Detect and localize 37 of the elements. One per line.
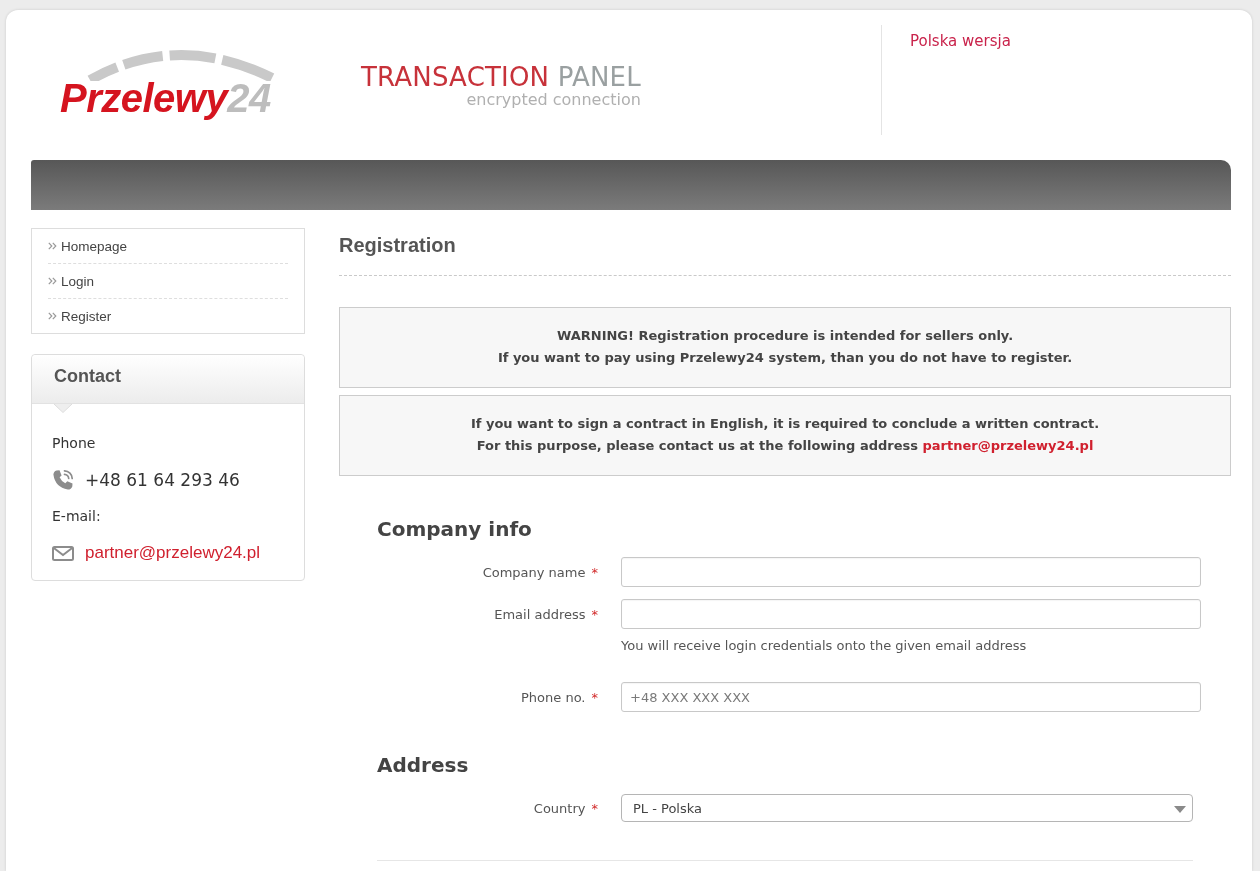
phone-icon <box>52 469 74 491</box>
text-field[interactable]: +48 XXX XXX XXX <box>621 682 1201 712</box>
section-heading: Company info <box>377 516 533 543</box>
double-chevron-icon <box>48 242 57 250</box>
required-mark: * <box>591 606 598 622</box>
text-field[interactable] <box>621 599 1201 629</box>
required-mark: * <box>591 564 598 580</box>
required-mark: * <box>591 689 598 705</box>
text-field[interactable] <box>621 557 1201 587</box>
email-link[interactable]: partner@przelewy24.pl <box>85 543 261 563</box>
email-label: E-mail: <box>52 507 102 526</box>
menu-link[interactable]: Homepage <box>48 229 288 264</box>
panel-header: Contact <box>32 355 304 404</box>
caret-icon <box>1174 806 1186 813</box>
double-chevron-icon <box>48 277 57 285</box>
panel-logo: TRANSACTION PANEL encrypted connection <box>361 62 641 108</box>
pointer-icon <box>54 404 72 413</box>
envelope-icon <box>52 545 74 561</box>
field-label: Email address <box>494 606 586 622</box>
field-label: Phone no. <box>521 689 586 705</box>
field-label: Company name <box>482 564 586 580</box>
email-link[interactable]: partner@przelewy24.pl <box>922 438 1094 453</box>
notice: WARNING! Registration procedure is intended for sellers only. If you want to pay using Przelewy24 system, than you do not have to register. <box>339 307 1231 388</box>
select-field[interactable]: PL - Polska <box>621 794 1193 822</box>
double-chevron-icon <box>48 312 57 320</box>
menu-link[interactable]: Login <box>48 264 288 299</box>
field-hint: You will receive login credentials onto the given email address <box>621 637 1028 655</box>
section-heading: Address <box>377 752 470 779</box>
required-mark: * <box>591 800 598 816</box>
phone-label: Phone <box>52 434 97 453</box>
notice: If you want to sign a contract in English, it is required to conclude a written contract. For this purpose, please contact us at the following address partner@przelewy24.pl <box>339 395 1231 476</box>
menu-link[interactable]: Register <box>48 299 288 333</box>
phone-number: +48 61 64 293 46 <box>85 470 240 490</box>
brand-logo: Przelewy24 <box>60 45 275 119</box>
language-link[interactable]: Polska wersja <box>910 32 1011 50</box>
page-title: Registration <box>339 233 456 257</box>
field-label: Country <box>533 800 586 816</box>
